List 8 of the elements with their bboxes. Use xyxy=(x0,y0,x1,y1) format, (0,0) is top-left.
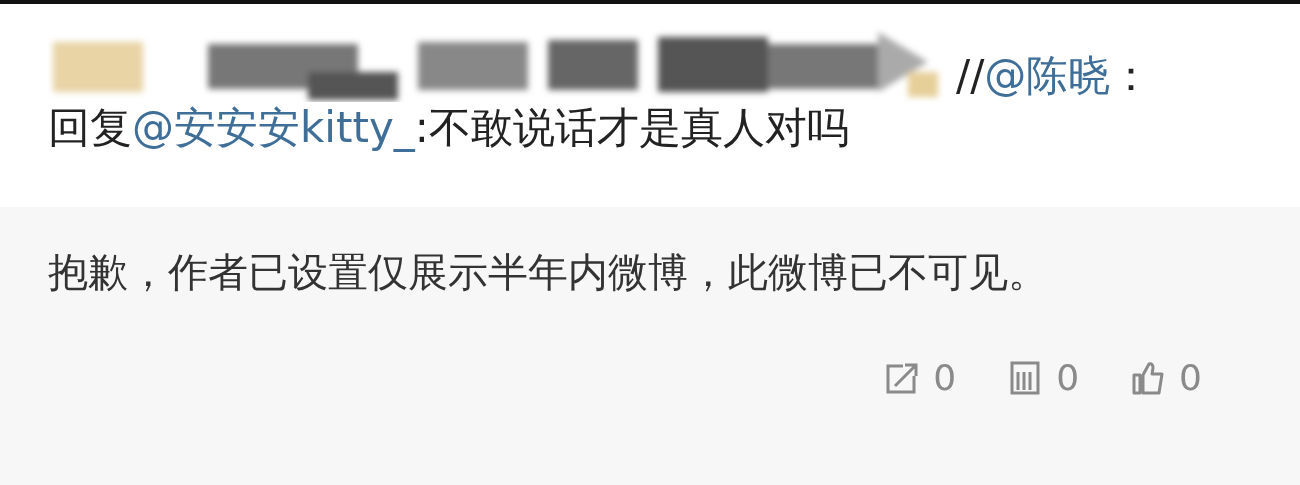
reply-text: 回复@安安安kitty_:不敢说话才是真人对吗 xyxy=(48,102,850,154)
forward-text: //@陈晓： xyxy=(956,49,1153,102)
comment-button[interactable]: 0 xyxy=(1008,351,1080,405)
mention-link[interactable]: @安安安kitty_ xyxy=(132,103,415,152)
repost-button[interactable]: 0 xyxy=(885,351,957,405)
like-button[interactable]: 0 xyxy=(1131,351,1202,405)
notice-text: 抱歉，作者已设置仅展示半年内微博，此微博已不可见。 xyxy=(48,248,1049,297)
mention-link[interactable]: @陈晓 xyxy=(984,50,1111,100)
